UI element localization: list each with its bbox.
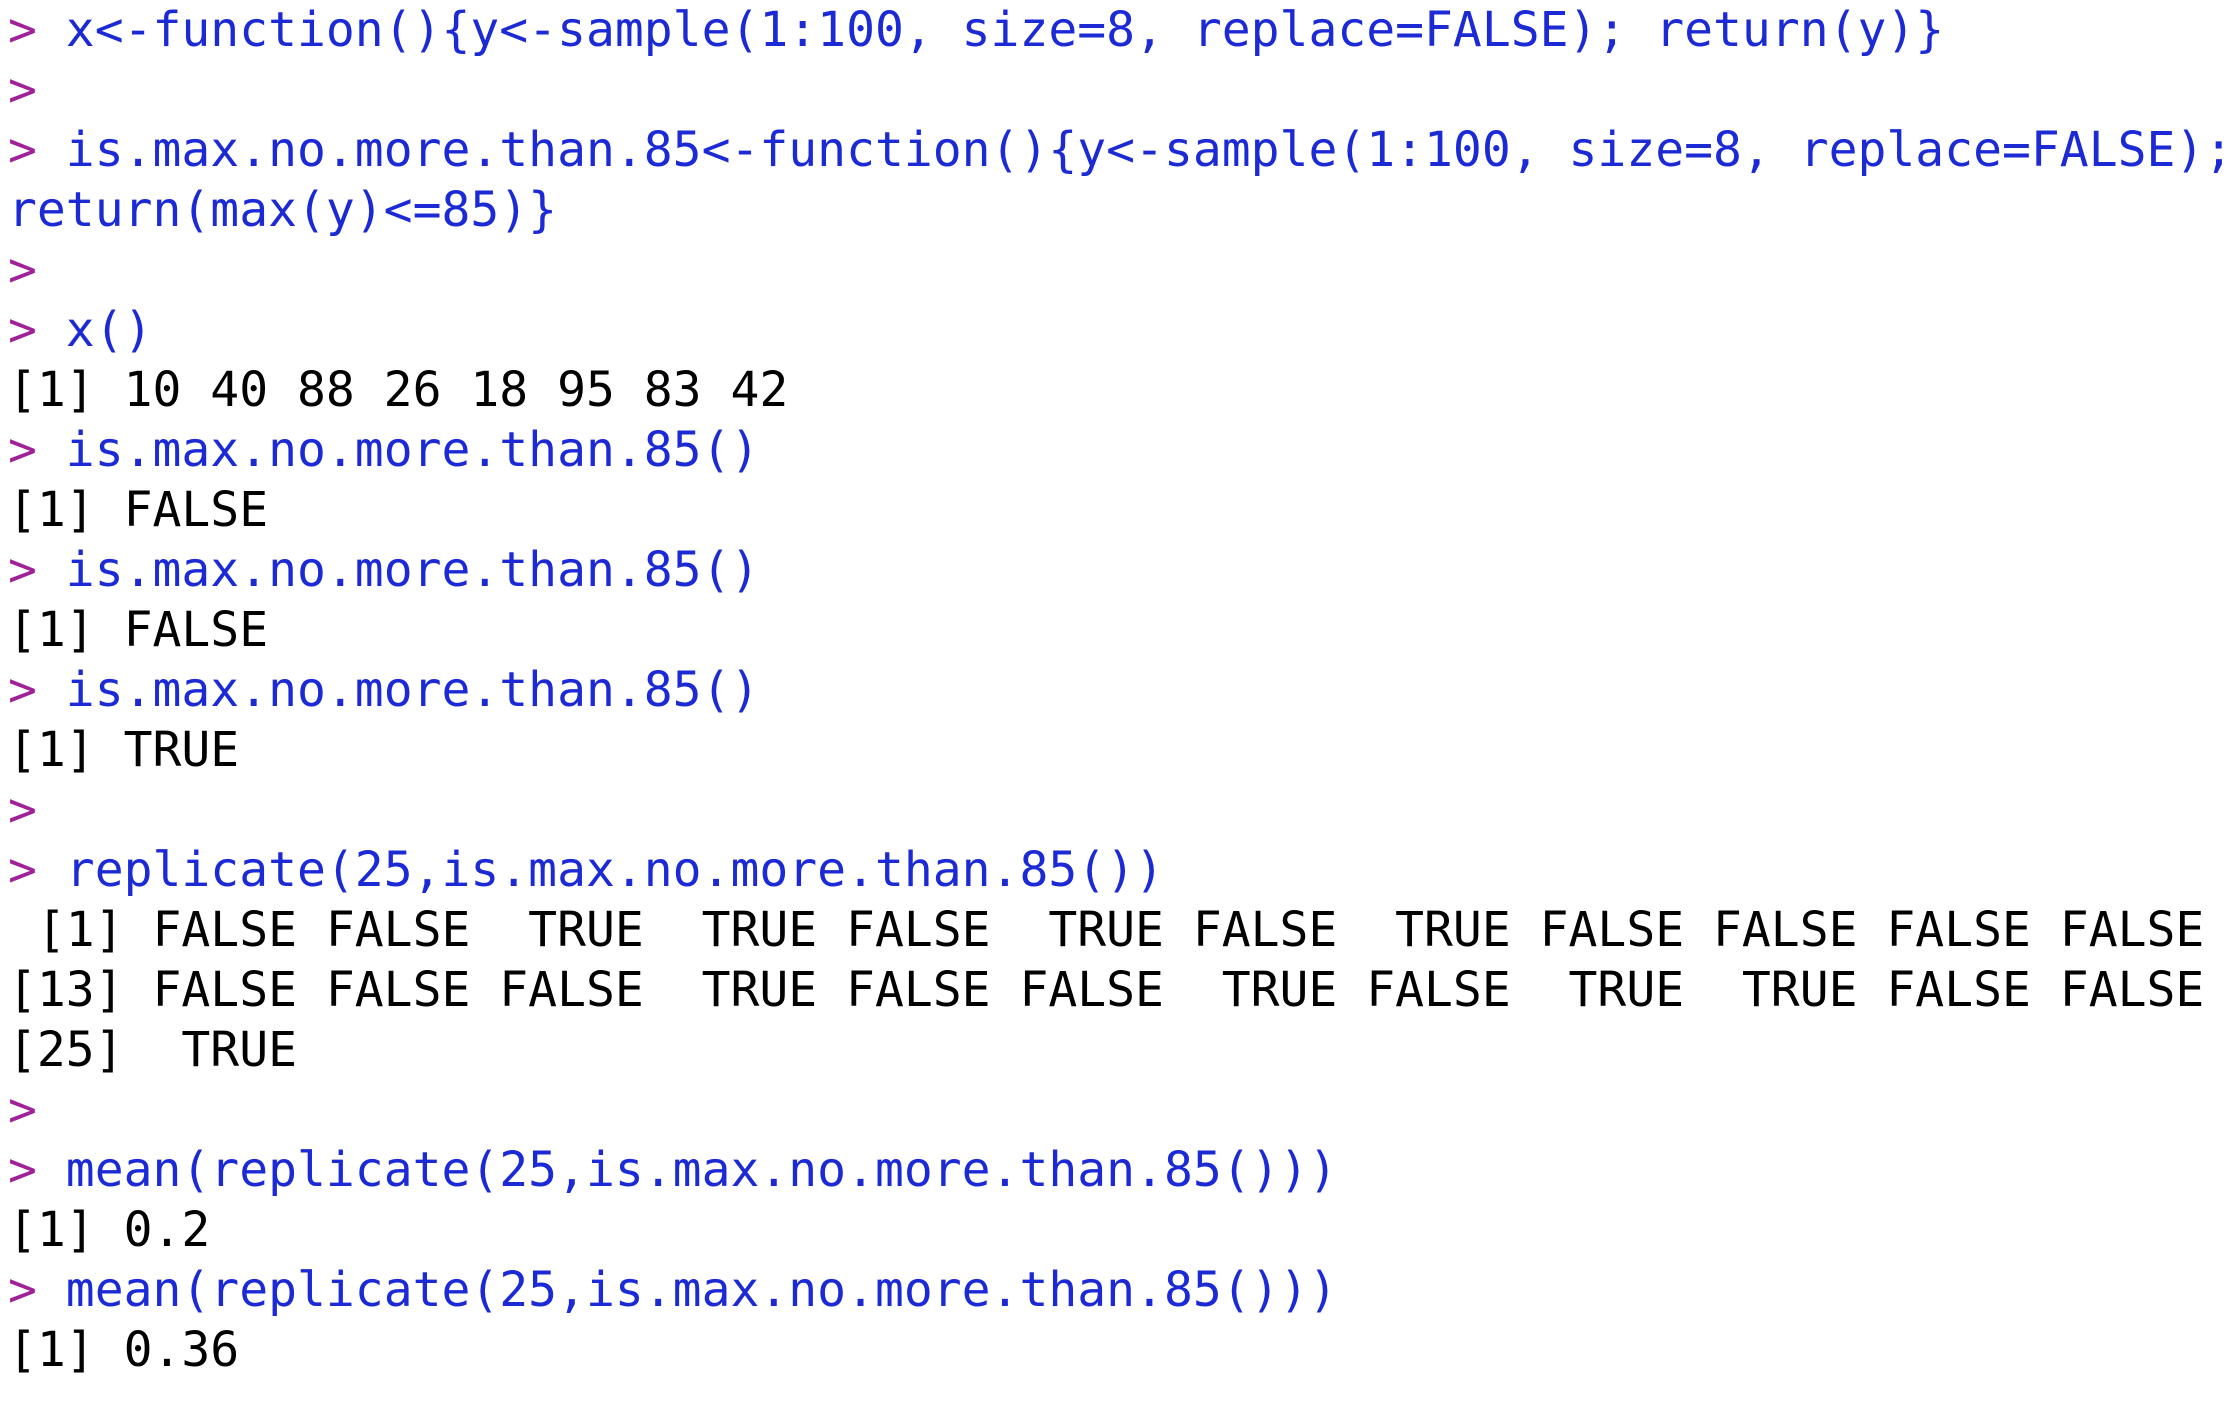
console-input-line: > [8, 1080, 2234, 1140]
console-prompt: > [8, 782, 37, 838]
console-input-line: > is.max.no.more.than.85<-function(){y<-… [8, 120, 2234, 180]
console-result: [1] FALSE [8, 602, 269, 658]
console-continuation-line: return(max(y)<=85)} [8, 180, 2234, 240]
r-console[interactable]: > x<-function(){y<-sample(1:100, size=8,… [8, 0, 2234, 1380]
console-result: [1] TRUE [8, 722, 240, 778]
console-result: [13] FALSE FALSE FALSE TRUE FALSE FALSE … [8, 962, 2205, 1018]
console-command: mean(replicate(25,is.max.no.more.than.85… [36, 1262, 1338, 1318]
console-input-line: > [8, 240, 2234, 300]
console-output-line: [13] FALSE FALSE FALSE TRUE FALSE FALSE … [8, 960, 2234, 1020]
console-prompt: > [8, 122, 37, 178]
console-output-line: [1] 0.36 [8, 1320, 2234, 1380]
console-prompt: > [8, 1082, 37, 1138]
console-input-line: > is.max.no.more.than.85() [8, 540, 2234, 600]
console-output-line: [1] TRUE [8, 720, 2234, 780]
console-command: is.max.no.more.than.85() [36, 662, 760, 718]
console-command: x() [36, 302, 153, 358]
console-input-line: > mean(replicate(25,is.max.no.more.than.… [8, 1140, 2234, 1200]
console-command: is.max.no.more.than.85() [36, 542, 760, 598]
console-input-line: > mean(replicate(25,is.max.no.more.than.… [8, 1260, 2234, 1320]
console-command: return(max(y)<=85)} [8, 182, 558, 238]
console-result: [1] 10 40 88 26 18 95 83 42 [8, 362, 789, 418]
console-input-line: > replicate(25,is.max.no.more.than.85()) [8, 840, 2234, 900]
console-output-line: [1] 0.2 [8, 1200, 2234, 1260]
console-input-line: > is.max.no.more.than.85() [8, 420, 2234, 480]
console-command: x<-function(){y<-sample(1:100, size=8, r… [36, 2, 1945, 58]
console-command: is.max.no.more.than.85<-function(){y<-sa… [36, 122, 2234, 178]
console-prompt: > [8, 242, 37, 298]
console-command: replicate(25,is.max.no.more.than.85()) [36, 842, 1164, 898]
console-output-line: [1] FALSE [8, 480, 2234, 540]
console-prompt: > [8, 542, 37, 598]
console-input-line: > [8, 780, 2234, 840]
console-output-line: [25] TRUE [8, 1020, 2234, 1080]
console-prompt: > [8, 842, 37, 898]
console-output-line: [1] FALSE [8, 600, 2234, 660]
console-prompt: > [8, 2, 37, 58]
console-command: mean(replicate(25,is.max.no.more.than.85… [36, 1142, 1338, 1198]
console-command: is.max.no.more.than.85() [36, 422, 760, 478]
console-output-line: [1] FALSE FALSE TRUE TRUE FALSE TRUE FAL… [8, 900, 2234, 960]
console-input-line: > [8, 60, 2234, 120]
console-input-line: > x<-function(){y<-sample(1:100, size=8,… [8, 0, 2234, 60]
console-result: [25] TRUE [8, 1022, 297, 1078]
console-result: [1] FALSE [8, 482, 269, 538]
console-output-line: [1] 10 40 88 26 18 95 83 42 [8, 360, 2234, 420]
console-result: [1] FALSE FALSE TRUE TRUE FALSE TRUE FAL… [8, 902, 2205, 958]
console-prompt: > [8, 1262, 37, 1318]
console-prompt: > [8, 422, 37, 478]
console-prompt: > [8, 662, 37, 718]
console-result: [1] 0.36 [8, 1322, 240, 1378]
console-result: [1] 0.2 [8, 1202, 211, 1258]
console-prompt: > [8, 1142, 37, 1198]
console-prompt: > [8, 302, 37, 358]
console-input-line: > is.max.no.more.than.85() [8, 660, 2234, 720]
console-prompt: > [8, 62, 37, 118]
console-input-line: > x() [8, 300, 2234, 360]
